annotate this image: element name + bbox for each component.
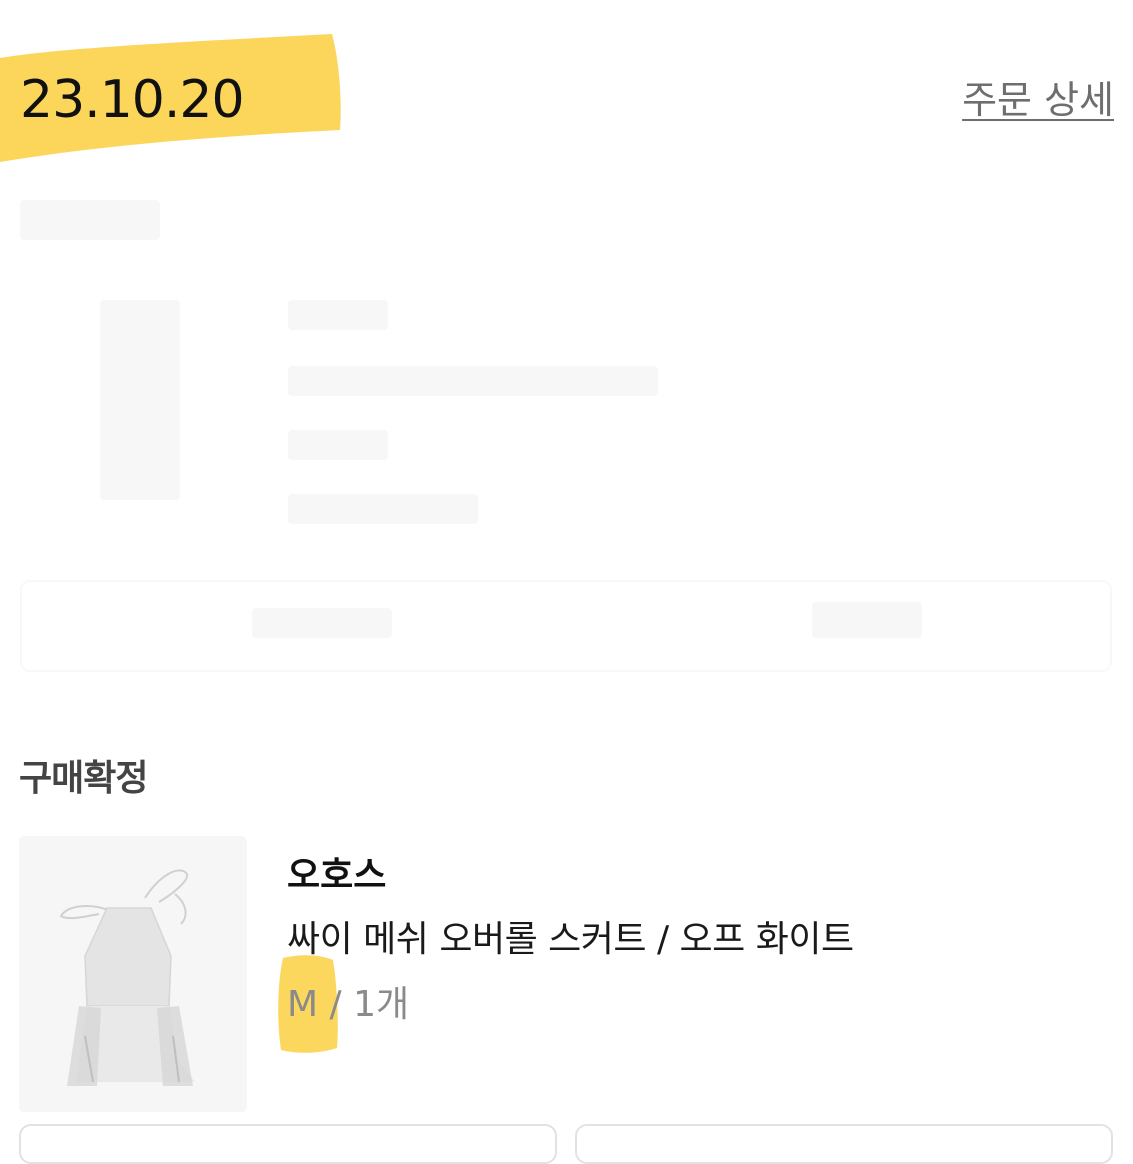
product-thumbnail[interactable] — [19, 836, 247, 1112]
option-quantity: 1개 — [353, 984, 410, 1025]
mesh-skirt-image — [19, 836, 247, 1112]
option-size: M — [287, 984, 319, 1025]
order-date: 23.10.20 — [20, 70, 245, 130]
order-detail-link[interactable]: 주문 상세 — [962, 76, 1114, 124]
action-button-right[interactable] — [575, 1124, 1113, 1164]
product-name[interactable]: 싸이 메쉬 오버롤 스커트 / 오프 화이트 — [287, 918, 854, 962]
purchase-status-label: 구매확정 — [19, 758, 148, 799]
action-button-left[interactable] — [19, 1124, 557, 1164]
option-line: M / 1개 — [287, 983, 409, 1027]
option-separator: / — [318, 984, 354, 1025]
faded-order-block — [0, 180, 1133, 690]
brand-name[interactable]: 오호스 — [287, 854, 386, 898]
